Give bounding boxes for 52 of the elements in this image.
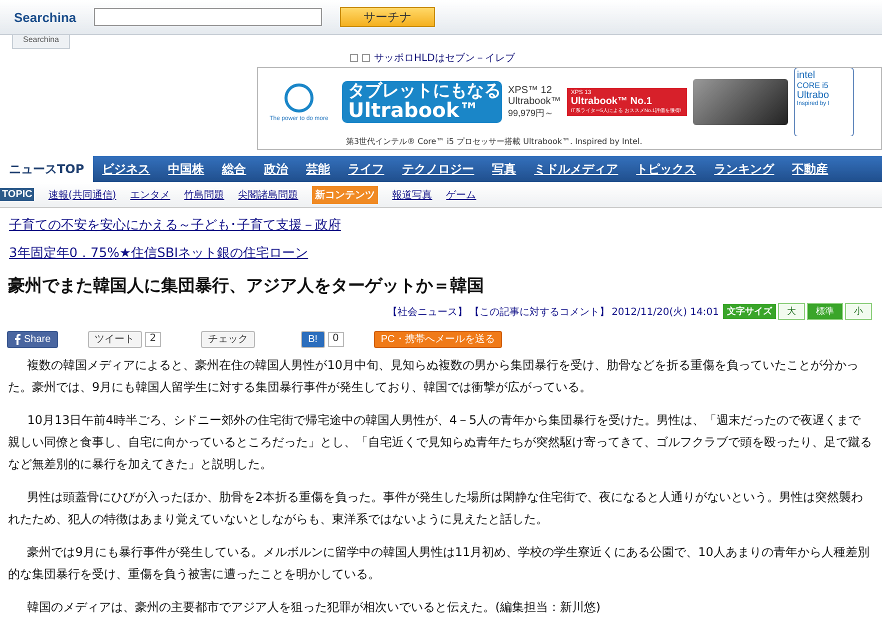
hatena-count: 0: [328, 332, 344, 346]
topic-link[interactable]: 速報(共同通信): [48, 188, 116, 202]
facebook-share-button[interactable]: Share: [7, 330, 58, 348]
topic-link[interactable]: エンタメ: [130, 188, 170, 202]
tweet-count: 2: [144, 332, 162, 346]
font-size-label: 文字サイズ: [723, 304, 776, 319]
topic-link[interactable]: 竹島問題: [184, 188, 224, 202]
promo-link[interactable]: 子育ての不安を安心にかえる～子ども･子育て支援－政府: [9, 218, 341, 233]
tweet-button[interactable]: ツイート: [88, 330, 142, 348]
font-size-option[interactable]: 大: [778, 303, 805, 320]
topic-link[interactable]: ゲーム: [446, 188, 476, 202]
nav-tab[interactable]: 芸能: [297, 156, 340, 182]
ticker-link[interactable]: サッポロHLDはセブン－イレブ: [374, 51, 515, 65]
article-paragraph: 男性は頭蓋骨にひびが入ったほか、肋骨を2本折る重傷を負った。事件が発生した場所は閑静な住宅街で、夜になると人通りがないという。男性は突然襲われたため、犯人の特徴はあまり覚えていないとしながらも、東洋系ではないように見えたと話した。: [8, 489, 864, 528]
search-button[interactable]: サーチナ: [340, 7, 435, 27]
ad-model: Ultrabook™: [508, 96, 561, 106]
nav-tab[interactable]: 写真: [483, 156, 526, 182]
nav-tab[interactable]: トピックス: [627, 156, 706, 182]
ad-price: 99,979円～: [508, 106, 555, 120]
nav-tab[interactable]: 不動産: [783, 156, 838, 182]
font-size-option[interactable]: 小: [845, 303, 872, 320]
facebook-icon: [14, 334, 21, 344]
nav-tab[interactable]: ランキング: [705, 156, 784, 182]
category-link[interactable]: 【社会ニュース】: [388, 304, 468, 318]
ad-model: XPS™ 12: [508, 84, 553, 96]
search-field[interactable]: [94, 8, 322, 26]
article-paragraph: 豪州では9月にも暴行事件が発生している。メルボルンに留学中の韓国人男性は11月初め、学校の学生寮近くにある公園で、10人あまりの青年から人種差別的な集団暴行を受け、重傷を負う被害に遭ったことを明かしている。: [8, 544, 870, 583]
topic-link[interactable]: 尖閣諸島問題: [238, 188, 298, 202]
hatena-button[interactable]: B!: [301, 330, 325, 348]
ad-headline-panel: タブレットにもなる Ultrabook™: [342, 80, 502, 124]
site-logo[interactable]: Searchina: [12, 10, 76, 24]
article-paragraph: 複数の韓国メディアによると、豪州在住の韓国人男性が10月中旬、見知らぬ複数の男から集団暴行を受け、肋骨などを折る重傷を負っていたことが分かった。豪州では、9月にも韓国人留学生に対する集団暴行事件が発生しており、韓国では衝撃が広がっている。: [8, 357, 860, 396]
nav-tab[interactable]: 政治: [255, 156, 298, 182]
article-paragraph: 10月13日午前4時半ごろ、シドニー郊外の住宅街で帰宅途中の韓国人男性が、4－5人の青年から集団暴行を受けた。男性は、「週末だったので夜遅くまで親しい同僚と食事し、自宅に向かっているところだった」とし、「自宅近くで見知らぬ青年たちが突然駆け寄ってきて、ゴルフクラブで頭を殴ったり、足で蹴るなど無差別的に暴行を加えてきた」と説明した。: [8, 412, 872, 473]
nav-tab[interactable]: 総合: [213, 156, 256, 182]
ad-banner[interactable]: [257, 67, 882, 150]
ad-footer-text: 第3世代インテル® Core™ i5 プロセッサー搭載 Ultrabook™. Inspired by Intel.: [345, 136, 644, 147]
article-title: 豪州でまた韓国人に集団暴行、アジア人をターゲットか＝韓国: [8, 275, 485, 297]
nav-tab[interactable]: ライフ: [339, 156, 394, 182]
promo-link[interactable]: 3年固定年0．75%★住信SBIネット銀の住宅ローン: [9, 246, 308, 261]
logo-tab[interactable]: Searchina: [12, 35, 70, 49]
nav-tab[interactable]: ミドルメディア: [525, 156, 628, 182]
article-paragraph: 韓国のメディアは、豪州の主要都市でアジア人を狙った犯罪が相次いでいると伝えた。(編集担当：新川悠): [26, 599, 602, 616]
article-date: 2012/11/20(火) 14:01: [612, 306, 719, 318]
check-button[interactable]: チェック: [201, 330, 256, 348]
topic-link[interactable]: 報道写真: [392, 188, 432, 202]
nav-tab[interactable]: ビジネス: [93, 156, 160, 182]
nav-tab[interactable]: 中国株: [159, 156, 214, 182]
nav-tab[interactable]: ニュースTOP: [0, 156, 94, 182]
topic-label: TOPIC: [0, 188, 34, 201]
nav-tab[interactable]: テクノロジー: [393, 156, 484, 182]
comment-link[interactable]: 【この記事に対するコメント】: [470, 304, 610, 318]
